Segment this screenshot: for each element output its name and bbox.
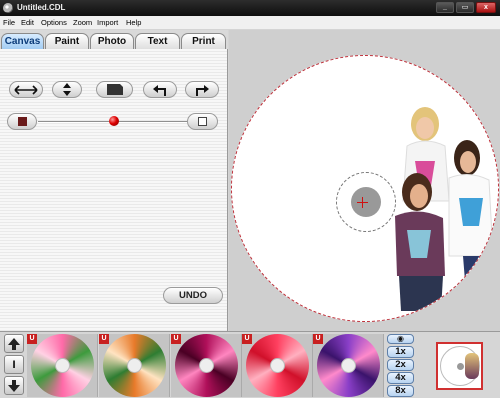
close-button[interactable]: x <box>476 2 496 13</box>
user-design-badge: U <box>313 334 323 344</box>
scroll-down-button[interactable] <box>4 376 24 395</box>
zoom-2x-button[interactable]: 2x <box>387 359 414 371</box>
design-gallery-strip: I U U U U U ◉ 1x 2x 4x 8x <box>0 331 500 398</box>
design-disc-pink-green-swirl <box>31 334 94 397</box>
design-thumbnail[interactable]: U <box>313 334 384 397</box>
dark-square-icon <box>17 117 27 126</box>
fill-shape-button[interactable] <box>96 81 133 98</box>
design-disc-purple-fractal <box>317 334 380 397</box>
undo-button[interactable]: UNDO <box>163 287 223 304</box>
menu-edit[interactable]: Edit <box>21 18 34 27</box>
canvas-tools-panel: UNDO <box>0 49 228 331</box>
rotate-right-button[interactable] <box>185 81 219 98</box>
design-disc-hole <box>341 358 356 373</box>
fill-shape-icon <box>106 84 123 95</box>
menu-file[interactable]: File <box>3 18 15 27</box>
zoom-8x-button[interactable]: 8x <box>387 385 414 397</box>
design-disc-hole <box>270 358 285 373</box>
menu-zoom[interactable]: Zoom <box>73 18 92 27</box>
title-bar: Untitled.CDL _ ▭ x <box>0 0 500 16</box>
app-window: Untitled.CDL _ ▭ x File Edit Options Zoo… <box>0 0 500 398</box>
minimize-button[interactable]: _ <box>436 2 454 13</box>
maximize-button[interactable]: ▭ <box>456 2 474 13</box>
user-design-badge: U <box>27 334 37 344</box>
design-disc-hole <box>127 358 142 373</box>
user-design-badge: U <box>242 334 252 344</box>
design-disc-magenta-spiral <box>175 334 238 397</box>
light-square-icon <box>198 117 207 126</box>
tab-canvas[interactable]: Canvas <box>1 33 44 50</box>
cd-label-canvas[interactable] <box>231 55 499 322</box>
zoom-4x-button[interactable]: 4x <box>387 372 414 384</box>
design-thumbnail[interactable]: U <box>242 334 313 397</box>
design-thumbnail[interactable]: U <box>99 334 170 397</box>
rotate-left-button[interactable] <box>143 81 177 98</box>
preview-hub <box>457 363 464 370</box>
arrow-up-icon <box>8 337 20 350</box>
opacity-min-button[interactable] <box>7 113 37 130</box>
flip-vertical-icon <box>63 83 71 96</box>
design-disc-hole <box>199 358 214 373</box>
tab-paint[interactable]: Paint <box>45 33 89 50</box>
arrow-down-icon <box>8 379 20 392</box>
tab-print[interactable]: Print <box>181 33 226 50</box>
app-disc-icon <box>3 3 13 13</box>
menu-options[interactable]: Options <box>41 18 67 27</box>
design-disc-hole <box>55 358 70 373</box>
canvas-area <box>229 30 500 331</box>
design-disc-red-kaleidoscope <box>246 334 309 397</box>
scroll-middle-button[interactable]: I <box>4 355 24 374</box>
menu-help[interactable]: Help <box>126 18 141 27</box>
design-disc-orange-green-swirl <box>103 334 166 397</box>
scroll-up-button[interactable] <box>4 334 24 353</box>
opacity-slider-knob[interactable] <box>109 116 119 126</box>
tab-bar: Canvas Paint Photo Text Print <box>0 30 228 50</box>
rotate-left-icon <box>153 84 166 96</box>
flip-horizontal-button[interactable] <box>9 81 43 98</box>
flip-vertical-button[interactable] <box>52 81 82 98</box>
center-crosshair-icon <box>357 197 368 208</box>
zoom-1x-button[interactable]: 1x <box>387 346 414 358</box>
flip-horizontal-icon <box>14 84 38 95</box>
design-thumbnail[interactable]: U <box>171 334 242 397</box>
opacity-max-button[interactable] <box>187 113 218 130</box>
window-title: Untitled.CDL <box>17 3 66 12</box>
preview-photo <box>465 353 479 379</box>
tab-text[interactable]: Text <box>135 33 180 50</box>
zoom-fit-button[interactable]: ◉ <box>387 334 414 344</box>
user-design-badge: U <box>99 334 109 344</box>
design-thumbnail[interactable]: U <box>27 334 98 397</box>
tab-photo[interactable]: Photo <box>90 33 134 50</box>
rotate-right-icon <box>196 84 209 96</box>
preview-disc <box>440 346 480 386</box>
menu-bar: File Edit Options Zoom Import Help <box>0 16 500 29</box>
disc-preview-thumbnail[interactable] <box>436 342 483 390</box>
people-photo[interactable] <box>387 106 499 316</box>
menu-import[interactable]: Import <box>97 18 118 27</box>
user-design-badge: U <box>171 334 181 344</box>
